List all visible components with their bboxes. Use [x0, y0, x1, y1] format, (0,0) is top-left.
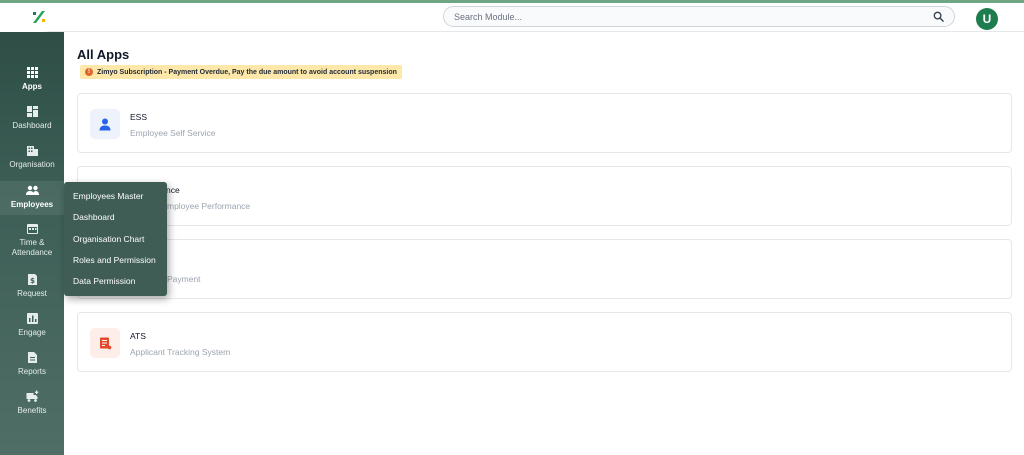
sidebar-item-label: Reports: [17, 367, 46, 376]
app-card-performance[interactable]: nce mployee Performance: [77, 166, 1012, 226]
card-title: ATS: [130, 331, 146, 341]
menu-item-data-permission[interactable]: Data Permission: [64, 271, 167, 292]
top-header: U: [0, 3, 1024, 32]
card-subtitle: mployee Performance: [167, 201, 251, 211]
building-icon: [26, 146, 38, 156]
bar-chart-icon: [26, 313, 38, 324]
sidebar-item-label: Time &: [19, 238, 45, 247]
sidebar-item-label: Benefits: [17, 406, 47, 415]
card-title: ESS: [130, 112, 148, 122]
card-title: nce: [166, 185, 180, 195]
sidebar-item-employees[interactable]: Employees: [0, 181, 64, 215]
svg-text:$: $: [30, 277, 35, 285]
sidebar-item-label: Request: [17, 289, 47, 298]
payment-overdue-alert: ! Zimyo Subscription - Payment Overdue, …: [80, 65, 402, 79]
clipboard-icon: [100, 337, 112, 350]
calendar-icon: [26, 224, 38, 234]
sidebar-item-request[interactable]: $ Request: [0, 273, 64, 299]
sidebar-item-label: Engage: [18, 328, 46, 337]
menu-item-employees-master[interactable]: Employees Master: [64, 186, 167, 207]
ess-icon-box: [90, 109, 120, 139]
sidebar-item-apps[interactable]: Apps: [0, 66, 64, 92]
user-avatar[interactable]: U: [976, 8, 998, 30]
sidebar: Apps Dashboard Organisation Employees Ti…: [0, 32, 64, 455]
sidebar-item-engage[interactable]: Engage: [0, 312, 64, 338]
app-card-ess[interactable]: ESS Employee Self Service: [77, 93, 1012, 153]
warning-icon: !: [85, 68, 93, 76]
card-subtitle: Payment: [167, 274, 201, 284]
sidebar-item-label: Apps: [22, 82, 42, 91]
sidebar-item-reports[interactable]: Reports: [0, 351, 64, 377]
document-icon: [27, 352, 37, 363]
app-card-ats[interactable]: ATS Applicant Tracking System: [77, 312, 1012, 372]
dashboard-icon: [26, 106, 38, 117]
menu-item-dashboard[interactable]: Dashboard: [64, 207, 167, 228]
sidebar-item-label: Employees: [10, 200, 54, 209]
alert-text: Zimyo Subscription - Payment Overdue, Pa…: [97, 68, 397, 76]
sidebar-item-label: Organisation: [9, 160, 55, 169]
app-card-payroll[interactable]: Payment: [77, 239, 1012, 299]
sidebar-item-time-attendance[interactable]: Time & Attendance: [0, 222, 64, 258]
zimyo-logo-icon[interactable]: [32, 10, 46, 24]
dollar-doc-icon: $: [27, 274, 37, 285]
truck-plus-icon: [26, 390, 38, 402]
grid-icon: [26, 67, 38, 78]
page-title: All Apps: [77, 47, 130, 62]
ats-icon-box: [90, 328, 120, 358]
search-box[interactable]: [443, 6, 955, 27]
card-subtitle: Applicant Tracking System: [130, 347, 231, 357]
sidebar-item-label: Dashboard: [12, 121, 52, 130]
people-icon: [25, 185, 39, 195]
menu-item-roles-permission[interactable]: Roles and Permission: [64, 250, 167, 271]
search-input[interactable]: [454, 11, 933, 22]
menu-item-organisation-chart[interactable]: Organisation Chart: [64, 229, 167, 250]
employees-flyout-menu: Employees Master Dashboard Organisation …: [64, 182, 167, 296]
logo-area[interactable]: [0, 3, 64, 32]
sidebar-item-dashboard[interactable]: Dashboard: [0, 105, 64, 131]
sidebar-item-organisation[interactable]: Organisation: [0, 144, 64, 170]
sidebar-item-benefits[interactable]: Benefits: [0, 390, 64, 416]
search-icon[interactable]: [933, 11, 944, 22]
person-icon: [99, 118, 111, 131]
card-subtitle: Employee Self Service: [130, 128, 216, 138]
sidebar-item-label: Attendance: [11, 248, 53, 257]
